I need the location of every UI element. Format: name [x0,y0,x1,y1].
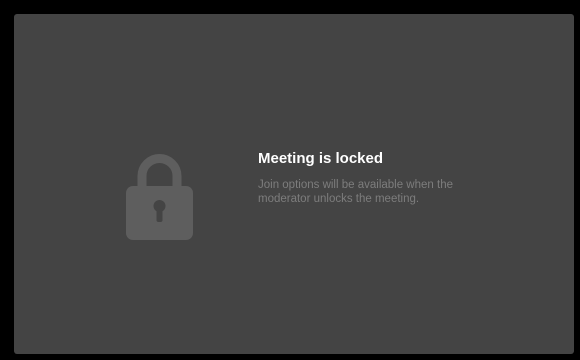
locked-message: Meeting is locked Join options will be a… [258,150,548,206]
lock-icon [126,150,193,240]
locked-description: Join options will be available when the … [258,179,453,205]
meeting-locked-panel: Meeting is locked Join options will be a… [14,14,574,354]
page-title: Meeting is locked [258,150,384,167]
